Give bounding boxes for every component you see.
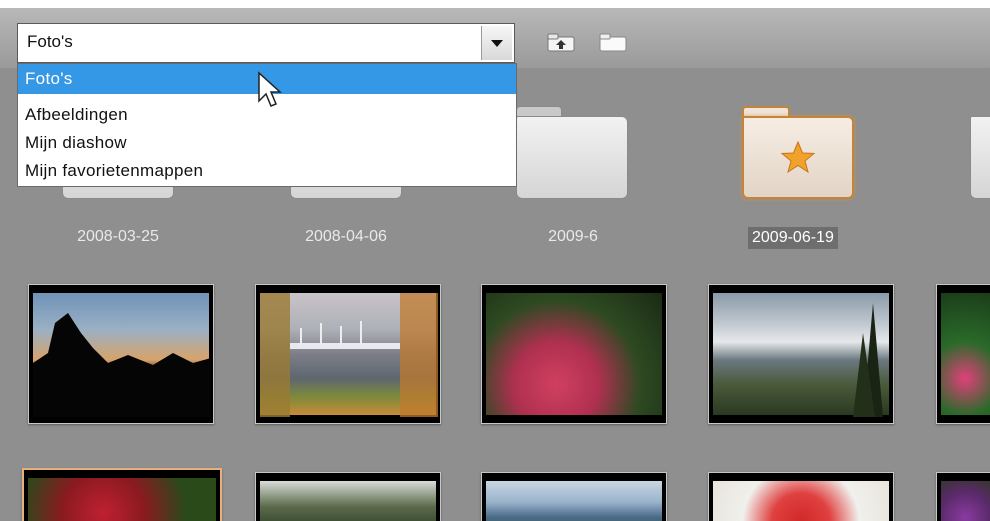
photo-thumbnail-partial[interactable] [936,284,990,424]
chevron-down-icon [491,39,503,47]
photo-thumbnail[interactable] [708,284,894,424]
folder-label: 2009-6 [548,228,598,245]
folder-body [970,116,990,199]
photo-thumbnail[interactable] [481,284,667,424]
photo-image [941,293,990,415]
folder-up-button[interactable] [546,30,576,54]
folder-body [516,116,628,199]
photo-thumbnail[interactable] [708,472,894,521]
dropdown-option-mijn-favorietenmappen[interactable]: Mijn favorietenmappen [18,158,516,184]
photo-image [713,481,889,521]
folder-icon [599,33,627,52]
folder-label: 2008-03-25 [77,228,159,245]
photo-image [486,293,662,415]
photo-thumbnail-partial[interactable] [936,472,990,521]
folder-label-selected: 2009-06-19 [748,227,838,249]
photo-thumbnail[interactable] [28,284,214,424]
photo-image [33,293,211,417]
dropdown-arrow-button[interactable] [481,26,512,60]
photo-image [486,481,662,521]
photo-image [260,481,436,521]
media-browser: Foto's Foto's Afbeeldingen Mijn diashow … [0,8,990,521]
favorite-folder-item[interactable] [742,106,854,199]
dropdown-option-mijn-diashow[interactable]: Mijn diashow [18,130,516,156]
folder-up-icon [547,33,575,52]
photo-image [941,481,990,521]
mouse-cursor-icon [258,71,282,107]
star-icon [780,140,816,174]
new-folder-button[interactable] [598,30,628,54]
photo-image [28,478,216,521]
folder-item-partial[interactable] [970,106,990,199]
photo-thumbnail[interactable] [255,284,441,424]
pine-trees [853,303,883,417]
marina-boats [260,293,438,417]
photo-thumbnail[interactable] [255,472,441,521]
folder-item[interactable] [516,106,628,199]
photo-image [713,293,889,417]
folder-select[interactable]: Foto's [17,23,515,63]
tree-silhouette [33,313,211,417]
folder-label: 2008-04-06 [305,228,387,245]
photo-thumbnail[interactable] [481,472,667,521]
folder-select-value: Foto's [27,32,73,51]
photo-thumbnail-selected[interactable] [22,468,222,521]
photo-image [260,293,438,417]
